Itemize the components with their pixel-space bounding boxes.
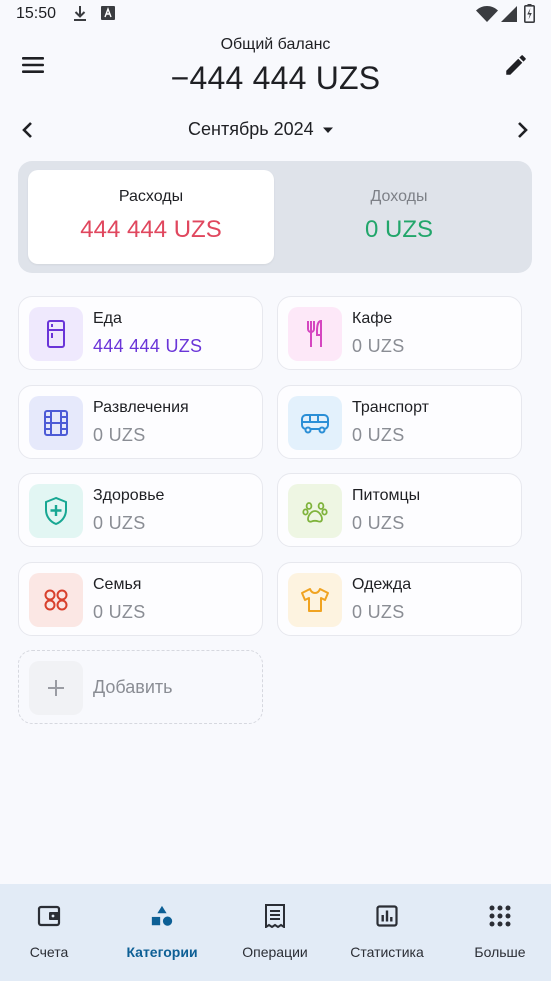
category-card-food[interactable]: Еда 444 444 UZS (18, 296, 263, 370)
wifi-icon (476, 6, 498, 27)
dropdown-arrow-icon (322, 127, 333, 133)
category-name: Кафе (352, 310, 393, 327)
nav-label: Операции (242, 944, 308, 960)
category-name: Еда (93, 310, 122, 327)
category-icon-box (288, 484, 342, 538)
bar-chart-icon (375, 904, 399, 928)
category-amount: 0 UZS (93, 425, 146, 445)
month-selector[interactable]: Сентябрь 2024 (188, 119, 334, 140)
category-name: Транспорт (352, 399, 429, 416)
tab-expenses[interactable]: Расходы 444 444 UZS (28, 170, 274, 264)
chevron-right-icon (518, 122, 528, 138)
shield-plus-icon (45, 496, 67, 526)
category-amount: 0 UZS (352, 513, 405, 533)
wallet-icon (37, 904, 61, 928)
category-card-clothes[interactable]: Одежда 0 UZS (277, 562, 522, 636)
add-category-label: Добавить (93, 677, 173, 697)
category-name: Одежда (352, 576, 412, 593)
category-card-transport[interactable]: Транспорт 0 UZS (277, 385, 522, 459)
category-card-cafe[interactable]: Кафе 0 UZS (277, 296, 522, 370)
categories-icon (150, 904, 174, 928)
nav-label: Статистика (350, 944, 424, 960)
category-name: Здоровье (93, 487, 165, 504)
category-name: Развлечения (93, 399, 189, 416)
bus-icon (301, 414, 329, 434)
chevron-left-icon (22, 122, 32, 138)
grid-dots-icon (488, 904, 512, 928)
category-icon-box (29, 307, 83, 361)
balance-label: Общий баланс (220, 36, 331, 53)
category-amount: 0 UZS (352, 336, 405, 356)
pencil-icon (506, 55, 526, 75)
balance-value: −444 444 UZS (170, 60, 381, 96)
signal-icon (501, 6, 517, 27)
category-amount: 0 UZS (93, 513, 146, 533)
category-icon-box (29, 484, 83, 538)
tab-income[interactable]: Доходы 0 UZS (276, 170, 522, 264)
app-screen: 15:50 Общий баланс −444 444 UZS Сентябрь… (0, 0, 551, 981)
expenses-label: Расходы (118, 188, 184, 205)
nav-item-more[interactable]: Больше (445, 884, 551, 981)
add-category-button[interactable]: Добавить (18, 650, 263, 724)
type-switcher: Расходы 444 444 UZS Доходы 0 UZS (18, 161, 532, 273)
keyboard-a-icon (101, 6, 115, 25)
next-month-button[interactable] (510, 118, 534, 142)
month-label: Сентябрь 2024 (188, 119, 314, 139)
nav-label: Больше (474, 944, 526, 960)
category-icon-box (288, 396, 342, 450)
category-icon-box (288, 307, 342, 361)
category-icon-box (288, 573, 342, 627)
download-icon (72, 5, 88, 28)
add-icon-box (29, 661, 83, 715)
edit-button[interactable] (500, 50, 532, 80)
category-amount: 0 UZS (352, 425, 405, 445)
category-card-entertainment[interactable]: Развлечения 0 UZS (18, 385, 263, 459)
prev-month-button[interactable] (16, 118, 40, 142)
nav-item-categories[interactable]: Категории (107, 884, 217, 981)
category-card-pets[interactable]: Питомцы 0 UZS (277, 473, 522, 547)
fridge-icon (47, 320, 65, 348)
category-card-family[interactable]: Семья 0 UZS (18, 562, 263, 636)
family-icon (44, 589, 68, 611)
nav-item-statistics[interactable]: Статистика (332, 884, 442, 981)
income-label: Доходы (370, 188, 428, 205)
tshirt-icon (301, 588, 329, 612)
category-amount: 0 UZS (93, 602, 146, 622)
battery-icon (524, 4, 535, 28)
category-name: Питомцы (352, 487, 421, 504)
paw-icon (302, 502, 328, 523)
status-bar: 15:50 (0, 0, 551, 28)
income-value: 0 UZS (364, 216, 433, 243)
nav-item-operations[interactable]: Операции (220, 884, 330, 981)
category-card-health[interactable]: Здоровье 0 UZS (18, 473, 263, 547)
nav-label: Счета (29, 944, 69, 960)
category-amount: 444 444 UZS (93, 336, 203, 356)
plus-icon (48, 680, 64, 696)
film-icon (44, 410, 68, 436)
receipt-icon (263, 904, 287, 928)
nav-item-accounts[interactable]: Счета (0, 884, 104, 981)
status-time: 15:50 (16, 5, 57, 22)
nav-label: Категории (126, 944, 198, 960)
fork-knife-icon (307, 319, 322, 347)
category-name: Семья (93, 576, 142, 593)
category-icon-box (29, 573, 83, 627)
bottom-navigation: Счета Категории Операции Статистика Боль… (0, 884, 551, 981)
category-amount: 0 UZS (352, 602, 405, 622)
category-icon-box (29, 396, 83, 450)
expenses-value: 444 444 UZS (80, 216, 222, 243)
